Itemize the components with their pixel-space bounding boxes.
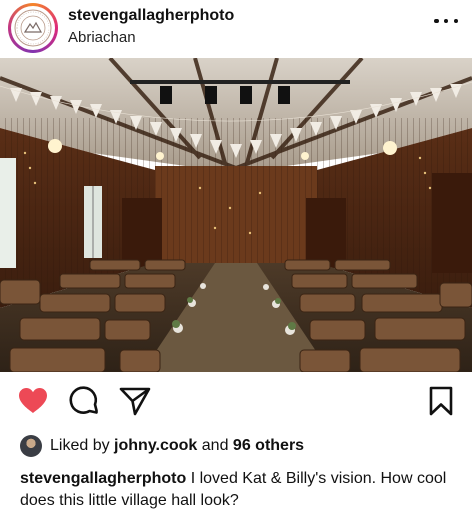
post-username[interactable]: stevengallagherphoto xyxy=(68,7,234,25)
liked-by-and: and xyxy=(201,437,229,454)
post-image[interactable] xyxy=(0,58,472,372)
paper-plane-icon[interactable] xyxy=(118,384,152,418)
more-options-icon[interactable] xyxy=(434,16,458,26)
village-hall-photo xyxy=(0,58,472,372)
liker-avatar[interactable] xyxy=(20,435,42,457)
action-bar xyxy=(0,384,472,424)
likes-summary: Liked by johny.cook and 96 others xyxy=(20,434,304,458)
post-header: stevengallagherphoto Abriachan xyxy=(0,0,472,58)
liked-by-prefix: Liked by xyxy=(50,437,110,454)
liked-by-others[interactable]: 96 others xyxy=(233,437,304,455)
photographer-logo-icon xyxy=(14,9,52,47)
post-location[interactable]: Abriachan xyxy=(68,29,136,46)
bookmark-icon[interactable] xyxy=(424,384,458,418)
avatar[interactable] xyxy=(8,3,58,53)
post-caption: stevengallagherphoto I loved Kat & Billy… xyxy=(20,468,460,512)
liked-by-user[interactable]: johny.cook xyxy=(114,437,197,455)
caption-username[interactable]: stevengallagherphoto xyxy=(20,470,186,487)
comment-bubble-icon[interactable] xyxy=(67,384,101,418)
heart-filled-icon[interactable] xyxy=(16,384,50,418)
